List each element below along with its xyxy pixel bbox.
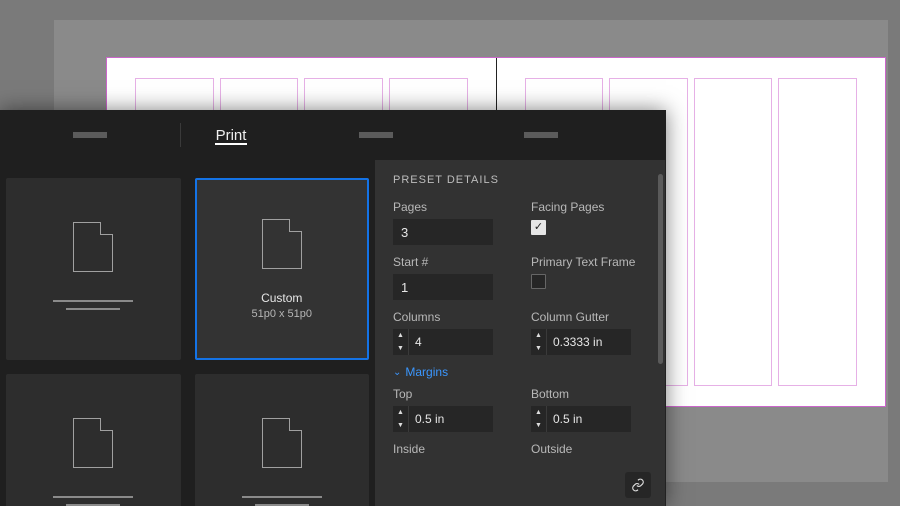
tab-placeholder-icon [524,132,558,138]
pages-label: Pages [393,200,509,214]
chevron-down-icon[interactable]: ▼ [393,342,408,355]
details-scrollbar[interactable] [658,174,663,492]
margins-heading: Margins [405,365,448,379]
preset-card[interactable] [6,178,181,360]
margin-bottom-stepper[interactable]: ▲▼ 0.5 in [531,406,631,432]
preset-placeholder-lines [53,294,133,316]
preset-placeholder-lines [242,490,322,506]
chevron-up-icon[interactable]: ▲ [393,406,408,419]
margin-top-value: 0.5 in [409,406,493,432]
preset-details-heading: PRESET DETAILS [393,174,647,186]
preset-card[interactable] [6,374,181,506]
preset-card-custom[interactable]: Custom 51p0 x 51p0 [195,178,370,360]
tab-slot-3[interactable] [281,132,471,138]
margin-top-label: Top [393,387,509,401]
tab-slot-4[interactable] [471,132,611,138]
pages-input[interactable] [393,219,493,245]
column-gutter-label: Column Gutter [531,310,647,324]
chevron-up-icon[interactable]: ▲ [531,329,546,342]
preset-grid: Custom 51p0 x 51p0 [0,160,375,506]
new-document-dialog: Print Custom 51p0 x 51p0 [0,110,666,506]
chevron-down-icon[interactable]: ▼ [531,419,546,432]
preset-details-panel: PRESET DETAILS Pages Facing Pages ✓ Star… [375,160,666,506]
facing-pages-checkbox[interactable]: ✓ [531,220,546,235]
tab-slot-1[interactable] [0,132,180,138]
category-tabs: Print [0,110,666,160]
start-page-label: Start # [393,255,509,269]
column-gutter-value: 0.3333 in [547,329,631,355]
document-icon [262,219,302,269]
margin-top-stepper[interactable]: ▲▼ 0.5 in [393,406,493,432]
tab-placeholder-icon [73,132,107,138]
tab-print[interactable]: Print [181,127,281,144]
document-icon [73,418,113,468]
preset-placeholder-lines [53,490,133,506]
columns-stepper[interactable]: ▲▼ 4 [393,329,493,355]
document-icon [262,418,302,468]
margins-collapser[interactable]: ⌄ Margins [393,365,647,379]
tab-print-label: Print [216,127,247,144]
chevron-up-icon[interactable]: ▲ [531,406,546,419]
primary-text-frame-label: Primary Text Frame [531,255,647,269]
preset-card[interactable] [195,374,370,506]
check-icon: ✓ [534,222,543,233]
margin-inside-label: Inside [393,442,509,456]
link-icon [631,478,645,492]
tab-placeholder-icon [359,132,393,138]
scrollbar-thumb[interactable] [658,174,663,364]
chevron-up-icon[interactable]: ▲ [393,329,408,342]
chevron-down-icon[interactable]: ▼ [531,342,546,355]
preset-title: Custom [261,291,302,305]
primary-text-frame-checkbox[interactable] [531,274,546,289]
facing-pages-label: Facing Pages [531,200,647,214]
column-gutter-stepper[interactable]: ▲▼ 0.3333 in [531,329,631,355]
chevron-down-icon: ⌄ [393,367,401,378]
columns-value: 4 [409,329,493,355]
margin-bottom-label: Bottom [531,387,647,401]
start-page-input[interactable] [393,274,493,300]
margin-bottom-value: 0.5 in [547,406,631,432]
columns-label: Columns [393,310,509,324]
tab-active-underline [215,143,247,145]
link-margins-button[interactable] [625,472,651,498]
chevron-down-icon[interactable]: ▼ [393,419,408,432]
document-icon [73,222,113,272]
margin-outside-label: Outside [531,442,647,456]
preset-dimensions: 51p0 x 51p0 [251,308,312,320]
